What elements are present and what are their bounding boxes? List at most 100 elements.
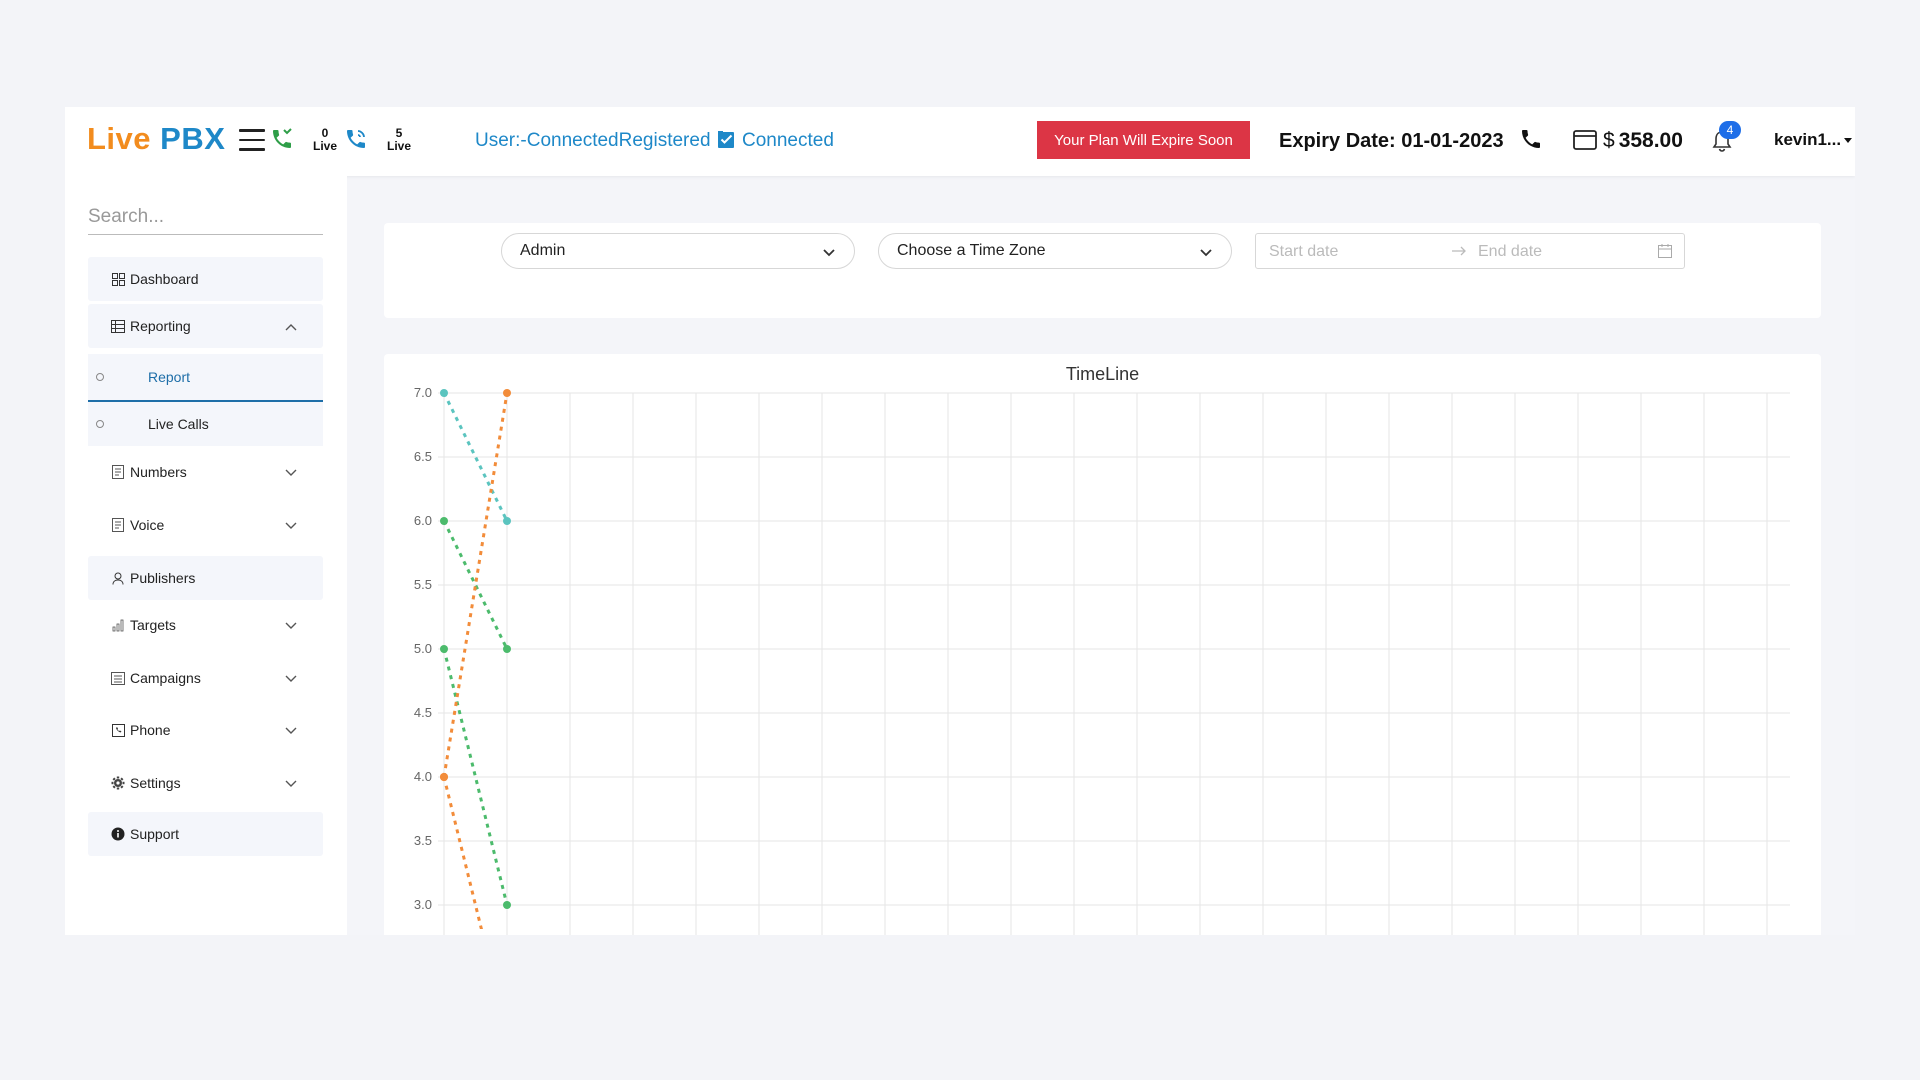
sidebar-item-label: Support <box>130 826 180 842</box>
grid-icon <box>110 271 126 287</box>
live-count-b: 5 Live <box>387 127 411 153</box>
search-input[interactable] <box>88 200 323 235</box>
logo-part-live: Live <box>87 121 152 156</box>
calendar-icon[interactable] <box>1657 243 1673 264</box>
data-point[interactable] <box>440 645 448 653</box>
document-icon <box>110 464 126 480</box>
series-line <box>442 776 483 929</box>
data-point[interactable] <box>503 389 511 397</box>
phone-box-icon <box>110 722 126 738</box>
chevron-down-icon <box>285 670 297 686</box>
data-point[interactable] <box>440 773 448 781</box>
chevron-up-icon <box>285 318 297 334</box>
phone-green-icon[interactable] <box>269 126 295 152</box>
date-range-picker[interactable]: Start date End date <box>1255 233 1685 269</box>
timezone-select-value: Choose a Time Zone <box>897 242 1046 259</box>
connection-text: User:-ConnectedRegistered <box>475 130 711 151</box>
document-icon <box>110 517 126 533</box>
chevron-down-icon <box>285 775 297 791</box>
user-icon <box>110 570 126 586</box>
sidebar-subitem-live-calls[interactable]: Live Calls <box>88 402 323 446</box>
sidebar: Dashboard Reporting Report Live Calls Nu… <box>65 176 347 935</box>
campaign-icon <box>110 670 126 686</box>
data-point[interactable] <box>503 517 511 525</box>
data-point[interactable] <box>503 901 511 909</box>
sidebar-subitem-report[interactable]: Report <box>88 354 323 402</box>
sidebar-item-support[interactable]: Support <box>88 812 323 856</box>
app-window: Live PBX 0 Live 5 Live User:-ConnectedRe… <box>65 107 1855 935</box>
plan-expire-button[interactable]: Your Plan Will Expire Soon <box>1037 121 1250 159</box>
data-point[interactable] <box>440 517 448 525</box>
arrow-right-icon <box>1450 242 1468 265</box>
live-count-b-label: Live <box>387 139 412 153</box>
bullet-icon <box>96 373 104 381</box>
chart-grid <box>438 392 1790 935</box>
y-tick-label: 3.0 <box>414 897 432 912</box>
account-select[interactable]: Admin <box>501 233 855 269</box>
sidebar-item-label: Dashboard <box>130 271 199 287</box>
logo[interactable]: Live PBX <box>87 121 225 157</box>
bullet-icon <box>96 420 104 428</box>
y-tick-label: 5.5 <box>414 577 432 592</box>
account-select-value: Admin <box>520 242 566 259</box>
sidebar-item-reporting[interactable]: Reporting <box>88 304 323 348</box>
sidebar-item-voice[interactable]: Voice <box>88 503 323 547</box>
live-count-a: 0 Live <box>313 127 337 153</box>
expiry-date: Expiry Date: 01-01-2023 <box>1279 130 1504 152</box>
menu-icon[interactable] <box>239 129 265 151</box>
y-tick-label: 6.0 <box>414 513 432 528</box>
sidebar-item-label: Report <box>148 369 191 385</box>
phone-blue-icon[interactable] <box>343 126 369 152</box>
sidebar-item-label: Settings <box>130 775 181 791</box>
sidebar-item-publishers[interactable]: Publishers <box>88 556 323 600</box>
sidebar-item-targets[interactable]: Targets <box>88 603 323 647</box>
live-count-a-label: Live <box>313 139 338 153</box>
filter-card: Admin Choose a Time Zone Start date End … <box>384 223 1821 318</box>
sidebar-item-label: Campaigns <box>130 670 201 686</box>
y-axis-ticks: 7.0 6.5 6.0 5.5 5.0 4.5 4.0 3.5 3.0 <box>414 385 432 912</box>
sidebar-item-label: Reporting <box>130 318 191 334</box>
sidebar-item-phone[interactable]: Phone <box>88 708 323 752</box>
balance: $358.00 <box>1603 129 1683 153</box>
sidebar-item-settings[interactable]: Settings <box>88 761 323 805</box>
sidebar-item-dashboard[interactable]: Dashboard <box>88 257 323 301</box>
data-point[interactable] <box>440 389 448 397</box>
chart-series <box>440 389 511 929</box>
logo-part-pbx: PBX <box>160 121 226 156</box>
currency-symbol: $ <box>1603 129 1615 152</box>
start-date-input[interactable]: Start date <box>1269 243 1338 261</box>
data-point[interactable] <box>503 645 511 653</box>
balance-amount: 358.00 <box>1618 129 1683 152</box>
chevron-down-icon <box>285 617 297 633</box>
chevron-down-icon <box>285 464 297 480</box>
connection-status: Connected <box>742 130 834 151</box>
chevron-down-icon <box>285 722 297 738</box>
timezone-select[interactable]: Choose a Time Zone <box>878 233 1232 269</box>
chevron-down-icon <box>285 517 297 533</box>
y-tick-label: 7.0 <box>414 385 432 400</box>
chevron-down-icon <box>1199 245 1213 263</box>
sidebar-item-label: Voice <box>130 517 165 533</box>
wallet-icon[interactable] <box>1572 128 1598 152</box>
table-icon <box>110 318 126 334</box>
y-tick-label: 3.5 <box>414 833 432 848</box>
chevron-down-icon[interactable] <box>1844 138 1852 143</box>
sidebar-item-label: Targets <box>130 617 176 633</box>
user-menu[interactable]: kevin1... <box>1774 130 1841 150</box>
phone-icon[interactable] <box>1519 127 1543 151</box>
y-tick-label: 5.0 <box>414 641 432 656</box>
checkbox-icon <box>717 129 737 149</box>
y-tick-label: 6.5 <box>414 449 432 464</box>
sidebar-item-label: Publishers <box>130 570 196 586</box>
gear-icon <box>110 775 126 791</box>
top-header: Live PBX 0 Live 5 Live User:-ConnectedRe… <box>65 107 1855 176</box>
chart-card: TimeLine 7.0 6.5 6.0 5.5 5.0 4.5 4.0 3.5 3.0 <box>384 354 1821 935</box>
y-tick-label: 4.5 <box>414 705 432 720</box>
sidebar-item-numbers[interactable]: Numbers <box>88 450 323 494</box>
chevron-down-icon <box>822 245 836 263</box>
end-date-input[interactable]: End date <box>1478 243 1542 261</box>
sidebar-item-campaigns[interactable]: Campaigns <box>88 656 323 700</box>
notification-badge: 4 <box>1719 121 1741 139</box>
sidebar-item-label: Numbers <box>130 464 187 480</box>
sidebar-item-label: Phone <box>130 722 171 738</box>
